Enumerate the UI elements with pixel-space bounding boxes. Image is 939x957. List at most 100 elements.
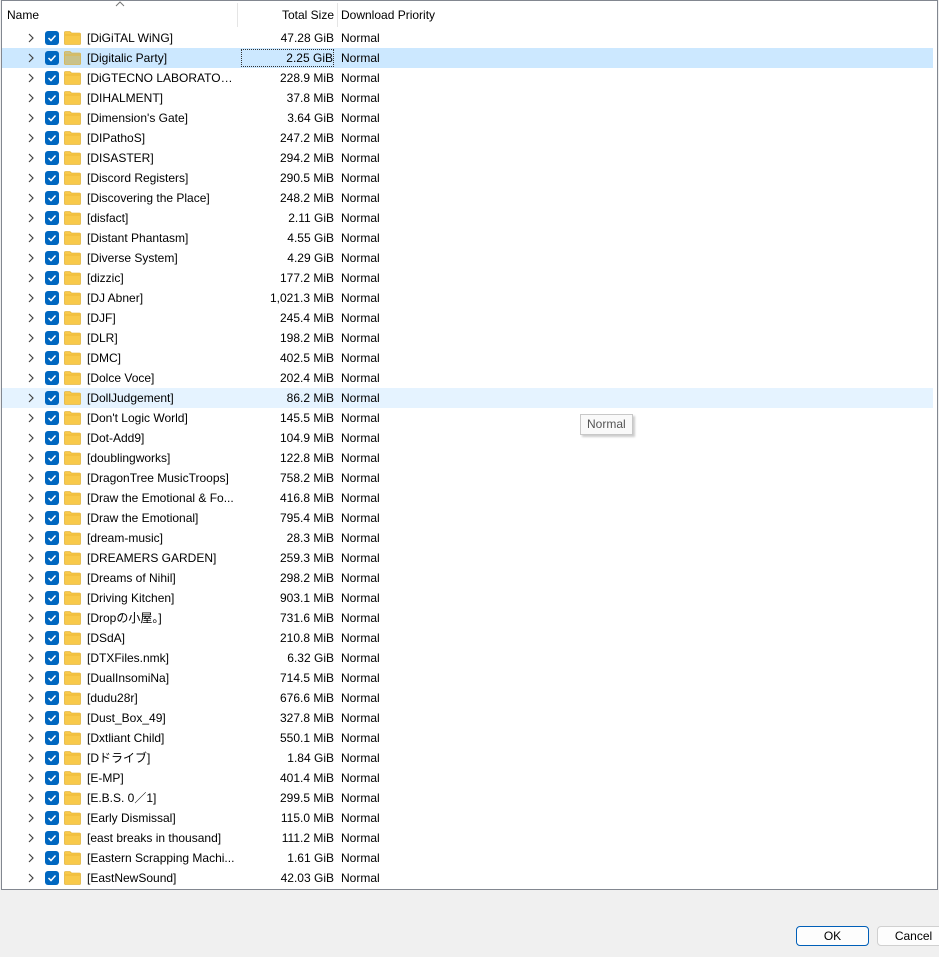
row-checkbox[interactable] <box>45 651 59 665</box>
row-priority[interactable]: Normal <box>341 68 380 88</box>
chevron-right-icon[interactable] <box>26 33 36 43</box>
row-checkbox[interactable] <box>45 771 59 785</box>
tree-row[interactable]: [EastNewSound] 42.03 GiB Normal <box>2 868 933 888</box>
row-checkbox[interactable] <box>45 431 59 445</box>
tree-row[interactable]: [DSdA] 210.8 MiB Normal <box>2 628 933 648</box>
chevron-right-icon[interactable] <box>26 213 36 223</box>
tree-row[interactable]: [Dropの小屋。] 731.6 MiB Normal <box>2 608 933 628</box>
chevron-right-icon[interactable] <box>26 173 36 183</box>
chevron-right-icon[interactable] <box>26 553 36 563</box>
row-priority[interactable]: Normal <box>341 328 380 348</box>
tree-row[interactable]: [Dドライブ] 1.84 GiB Normal <box>2 748 933 768</box>
row-priority[interactable]: Normal <box>341 608 380 628</box>
chevron-right-icon[interactable] <box>26 413 36 423</box>
tree-row[interactable]: [DragonTree MusicTroops] 758.2 MiB Normal <box>2 468 933 488</box>
chevron-right-icon[interactable] <box>26 713 36 723</box>
row-checkbox[interactable] <box>45 751 59 765</box>
tree-row[interactable]: [dudu28r] 676.6 MiB Normal <box>2 688 933 708</box>
file-tree[interactable]: Name Total Size Download Priority [DiGiT… <box>1 0 938 890</box>
chevron-right-icon[interactable] <box>26 673 36 683</box>
column-header-priority[interactable]: Download Priority <box>341 1 541 29</box>
row-checkbox[interactable] <box>45 151 59 165</box>
row-checkbox[interactable] <box>45 811 59 825</box>
row-checkbox[interactable] <box>45 91 59 105</box>
chevron-right-icon[interactable] <box>26 733 36 743</box>
row-checkbox[interactable] <box>45 291 59 305</box>
row-priority[interactable]: Normal <box>341 728 380 748</box>
tree-row[interactable]: [Draw the Emotional] 795.4 MiB Normal <box>2 508 933 528</box>
chevron-right-icon[interactable] <box>26 613 36 623</box>
row-priority[interactable]: Normal <box>341 308 380 328</box>
tree-row[interactable]: [Early Dismissal] 115.0 MiB Normal <box>2 808 933 828</box>
tree-row[interactable]: [Dreams of Nihil] 298.2 MiB Normal <box>2 568 933 588</box>
row-checkbox[interactable] <box>45 791 59 805</box>
row-checkbox[interactable] <box>45 71 59 85</box>
row-checkbox[interactable] <box>45 631 59 645</box>
row-checkbox[interactable] <box>45 671 59 685</box>
chevron-right-icon[interactable] <box>26 873 36 883</box>
chevron-right-icon[interactable] <box>26 113 36 123</box>
row-priority[interactable]: Normal <box>341 228 380 248</box>
tree-row[interactable] <box>2 888 933 889</box>
chevron-right-icon[interactable] <box>26 353 36 363</box>
tree-row[interactable]: [Diverse System] 4.29 GiB Normal <box>2 248 933 268</box>
chevron-right-icon[interactable] <box>26 453 36 463</box>
chevron-right-icon[interactable] <box>26 273 36 283</box>
row-checkbox[interactable] <box>45 471 59 485</box>
row-priority[interactable]: Normal <box>341 788 380 808</box>
row-priority[interactable]: Normal <box>341 808 380 828</box>
tree-row[interactable]: [Dust_Box_49] 327.8 MiB Normal <box>2 708 933 728</box>
row-priority[interactable]: Normal <box>341 128 380 148</box>
row-checkbox[interactable] <box>45 411 59 425</box>
chevron-right-icon[interactable] <box>26 593 36 603</box>
chevron-right-icon[interactable] <box>26 513 36 523</box>
row-priority[interactable]: Normal <box>341 748 380 768</box>
chevron-right-icon[interactable] <box>26 693 36 703</box>
row-checkbox[interactable] <box>45 271 59 285</box>
row-priority[interactable]: Normal <box>341 628 380 648</box>
chevron-right-icon[interactable] <box>26 753 36 763</box>
chevron-right-icon[interactable] <box>26 473 36 483</box>
chevron-right-icon[interactable] <box>26 573 36 583</box>
tree-row[interactable]: [DiGiTAL WiNG] 47.28 GiB Normal <box>2 28 933 48</box>
row-checkbox[interactable] <box>45 251 59 265</box>
chevron-right-icon[interactable] <box>26 293 36 303</box>
tree-row[interactable]: [Dot-Add9] 104.9 MiB Normal <box>2 428 933 448</box>
row-checkbox[interactable] <box>45 871 59 885</box>
chevron-right-icon[interactable] <box>26 493 36 503</box>
tree-row[interactable]: [Driving Kitchen] 903.1 MiB Normal <box>2 588 933 608</box>
chevron-right-icon[interactable] <box>26 833 36 843</box>
tree-row[interactable]: [DLR] 198.2 MiB Normal <box>2 328 933 348</box>
tree-row[interactable]: [disfact] 2.11 GiB Normal <box>2 208 933 228</box>
chevron-right-icon[interactable] <box>26 313 36 323</box>
chevron-right-icon[interactable] <box>26 373 36 383</box>
tree-row[interactable]: [DIHALMENT] 37.8 MiB Normal <box>2 88 933 108</box>
row-priority[interactable]: Normal <box>341 268 380 288</box>
tree-row[interactable]: [DTXFiles.nmk] 6.32 GiB Normal <box>2 648 933 668</box>
tree-row[interactable]: [DISASTER] 294.2 MiB Normal <box>2 148 933 168</box>
row-checkbox[interactable] <box>45 111 59 125</box>
row-priority[interactable]: Normal <box>341 408 380 428</box>
row-priority[interactable]: Normal <box>341 528 380 548</box>
chevron-right-icon[interactable] <box>26 653 36 663</box>
tree-row[interactable]: [DREAMERS GARDEN] 259.3 MiB Normal <box>2 548 933 568</box>
chevron-right-icon[interactable] <box>26 53 36 63</box>
row-checkbox[interactable] <box>45 191 59 205</box>
row-priority[interactable]: Normal <box>341 548 380 568</box>
row-checkbox[interactable] <box>45 31 59 45</box>
row-priority[interactable]: Normal <box>341 708 380 728</box>
chevron-right-icon[interactable] <box>26 813 36 823</box>
row-priority[interactable]: Normal <box>341 468 380 488</box>
row-checkbox[interactable] <box>45 131 59 145</box>
row-checkbox[interactable] <box>45 451 59 465</box>
tree-row[interactable]: [DJF] 245.4 MiB Normal <box>2 308 933 328</box>
tree-row[interactable]: [Distant Phantasm] 4.55 GiB Normal <box>2 228 933 248</box>
tree-row[interactable]: [DMC] 402.5 MiB Normal <box>2 348 933 368</box>
row-priority[interactable]: Normal <box>341 688 380 708</box>
row-priority[interactable]: Normal <box>341 588 380 608</box>
row-checkbox[interactable] <box>45 571 59 585</box>
cancel-button[interactable]: Cancel <box>877 926 939 946</box>
row-checkbox[interactable] <box>45 831 59 845</box>
tree-row[interactable]: [E-MP] 401.4 MiB Normal <box>2 768 933 788</box>
chevron-right-icon[interactable] <box>26 73 36 83</box>
